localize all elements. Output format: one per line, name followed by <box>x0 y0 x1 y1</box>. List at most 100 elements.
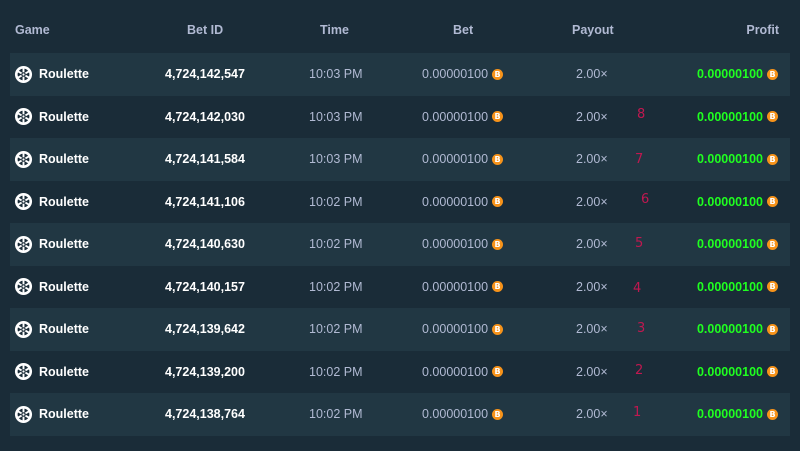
handwritten-annotation: 2 <box>635 362 644 378</box>
bet-time: 10:03 PM <box>309 109 363 124</box>
roulette-icon <box>14 235 33 253</box>
column-header-time: Time <box>320 23 349 37</box>
roulette-icon <box>14 65 33 83</box>
profit-amount: 0.00000100 <box>697 96 778 139</box>
bitcoin-icon <box>767 68 778 80</box>
bet-amount: 0.00000100 <box>422 393 504 436</box>
payout-multiplier: 2.00× <box>576 279 608 294</box>
game-name: Roulette <box>39 364 89 379</box>
table-header: Game Bet ID Time Bet Payout Profit <box>0 0 800 53</box>
table-body: Roulette 4,724,142,547 10:03 PM 0.000001… <box>0 53 800 436</box>
game-cell[interactable]: Roulette <box>14 53 89 96</box>
bitcoin-icon <box>767 238 778 250</box>
bitcoin-icon <box>492 238 504 250</box>
profit-amount: 0.00000100 <box>697 308 778 351</box>
profit-amount: 0.00000100 <box>697 393 778 436</box>
bet-amount: 0.00000100 <box>422 266 504 309</box>
roulette-icon <box>14 108 33 126</box>
bitcoin-icon <box>767 366 778 378</box>
bet-time: 10:02 PM <box>309 322 363 336</box>
bitcoin-icon <box>492 281 504 293</box>
table-row[interactable]: Roulette 4,724,141,106 10:02 PM 0.000001… <box>10 181 790 224</box>
game-name: Roulette <box>39 109 89 124</box>
bet-time: 10:02 PM <box>309 407 363 421</box>
table-row[interactable]: Roulette 4,724,141,584 10:03 PM 0.000001… <box>10 138 790 181</box>
profit-amount: 0.00000100 <box>697 53 778 96</box>
payout-multiplier: 2.00× <box>576 364 608 379</box>
bet-id[interactable]: 4,724,139,642 <box>165 308 245 351</box>
bitcoin-icon <box>767 153 778 165</box>
bitcoin-icon <box>492 366 504 378</box>
payout-multiplier: 2.00× <box>576 407 608 421</box>
payout-multiplier: 2.00× <box>576 322 608 336</box>
bet-id[interactable]: 4,724,141,584 <box>165 138 245 181</box>
bet-amount: 0.00000100 <box>422 181 504 224</box>
table-row[interactable]: Roulette 4,724,142,030 10:03 PM 0.000001… <box>10 96 790 139</box>
bet-amount: 0.00000100 <box>422 308 504 351</box>
game-cell[interactable]: Roulette <box>14 138 89 181</box>
profit-amount: 0.00000100 <box>697 138 778 181</box>
bitcoin-icon <box>767 281 778 293</box>
profit-amount: 0.00000100 <box>697 351 778 394</box>
bet-id[interactable]: 4,724,140,157 <box>165 266 245 309</box>
game-cell[interactable]: Roulette <box>14 266 89 309</box>
roulette-icon <box>14 150 33 168</box>
bet-id[interactable]: 4,724,141,106 <box>165 181 245 224</box>
bitcoin-icon <box>492 408 504 420</box>
roulette-icon <box>14 405 33 423</box>
game-name: Roulette <box>39 322 89 336</box>
bet-amount: 0.00000100 <box>422 53 504 96</box>
game-cell[interactable]: Roulette <box>14 351 89 394</box>
bet-amount: 0.00000100 <box>422 96 504 139</box>
bet-id[interactable]: 4,724,142,030 <box>165 96 245 139</box>
table-row[interactable]: Roulette 4,724,140,630 10:02 PM 0.000001… <box>10 223 790 266</box>
payout-multiplier: 2.00× <box>576 237 608 251</box>
payout-multiplier: 2.00× <box>576 194 608 209</box>
game-cell[interactable]: Roulette <box>14 223 89 266</box>
game-name: Roulette <box>39 237 89 251</box>
bitcoin-icon <box>492 153 504 165</box>
payout-multiplier: 2.00× <box>576 109 608 124</box>
handwritten-annotation: 6 <box>641 191 650 207</box>
bitcoin-icon <box>492 68 504 80</box>
table-row[interactable]: Roulette 4,724,140,157 10:02 PM 0.000001… <box>10 266 790 309</box>
handwritten-annotation: 5 <box>635 236 644 251</box>
bet-id[interactable]: 4,724,139,200 <box>165 351 245 394</box>
game-cell[interactable]: Roulette <box>14 96 89 139</box>
bitcoin-icon <box>767 323 778 335</box>
column-header-payout: Payout <box>572 23 614 37</box>
bitcoin-icon <box>492 111 504 123</box>
payout-multiplier: 2.00× <box>576 67 608 81</box>
game-cell[interactable]: Roulette <box>14 308 89 351</box>
table-row[interactable]: Roulette 4,724,138,764 10:02 PM 0.000001… <box>10 393 790 436</box>
table-row[interactable]: Roulette 4,724,139,642 10:02 PM 0.000001… <box>10 308 790 351</box>
game-cell[interactable]: Roulette <box>14 393 89 436</box>
bet-amount: 0.00000100 <box>422 138 504 181</box>
handwritten-annotation: 3 <box>637 321 646 336</box>
handwritten-annotation: 7 <box>635 152 644 167</box>
table-row[interactable]: Roulette 4,724,139,200 10:02 PM 0.000001… <box>10 351 790 394</box>
bitcoin-icon <box>767 111 778 123</box>
bet-time: 10:03 PM <box>309 152 363 166</box>
bitcoin-icon <box>492 323 504 335</box>
bet-amount: 0.00000100 <box>422 223 504 266</box>
bet-time: 10:02 PM <box>309 364 363 379</box>
profit-amount: 0.00000100 <box>697 223 778 266</box>
roulette-icon <box>14 320 33 338</box>
profit-amount: 0.00000100 <box>697 181 778 224</box>
bet-id[interactable]: 4,724,142,547 <box>165 53 245 96</box>
roulette-icon <box>14 278 33 296</box>
game-cell[interactable]: Roulette <box>14 181 89 224</box>
game-name: Roulette <box>39 152 89 166</box>
bets-table: Game Bet ID Time Bet Payout Profit Roule… <box>0 0 800 436</box>
table-row[interactable]: Roulette 4,724,142,547 10:03 PM 0.000001… <box>10 53 790 96</box>
bet-time: 10:02 PM <box>309 194 363 209</box>
roulette-icon <box>14 363 33 381</box>
bet-id[interactable]: 4,724,140,630 <box>165 223 245 266</box>
roulette-icon <box>14 193 33 211</box>
bitcoin-icon <box>767 408 778 420</box>
payout-multiplier: 2.00× <box>576 152 608 166</box>
bet-time: 10:02 PM <box>309 279 363 294</box>
bet-amount: 0.00000100 <box>422 351 504 394</box>
bet-id[interactable]: 4,724,138,764 <box>165 393 245 436</box>
